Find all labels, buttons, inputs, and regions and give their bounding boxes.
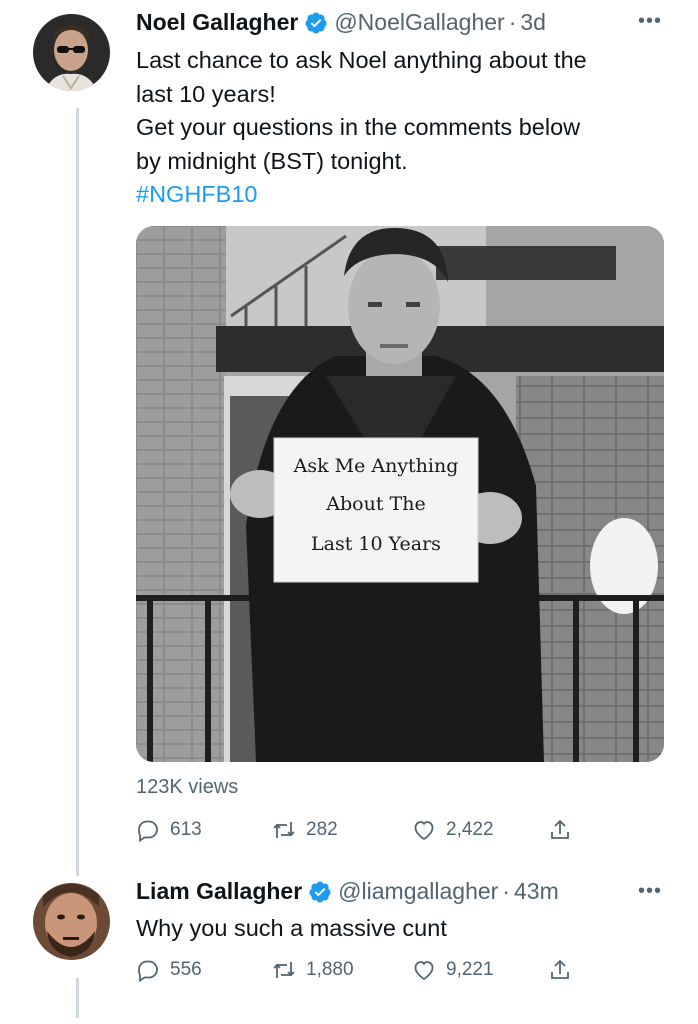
tweet2-separator: · xyxy=(502,878,510,904)
avatar-liam-image xyxy=(33,883,110,960)
retweet-count: 1,880 xyxy=(306,959,354,980)
tweet1-text-line: Get your questions in the comments below xyxy=(136,114,581,140)
reply-button[interactable]: 556 xyxy=(136,958,202,982)
like-button[interactable]: 9,221 xyxy=(412,958,494,982)
sign-line-3: Last 10 Years xyxy=(311,533,441,555)
reply-icon xyxy=(138,820,158,842)
tweet1-author-name[interactable]: Noel Gallagher xyxy=(136,9,298,36)
retweet-button[interactable]: 1,880 xyxy=(272,958,354,982)
reply-count: 613 xyxy=(170,819,202,840)
tweet1-text-line: by midnight (BST) tonight. xyxy=(136,147,408,174)
tweet2-handle[interactable]: @liamgallagher xyxy=(338,878,498,905)
retweet-icon xyxy=(273,822,295,838)
share-icon xyxy=(551,959,569,979)
tweet1-text: Last chance to ask Noel anything about t… xyxy=(136,44,676,212)
retweet-icon xyxy=(273,962,295,978)
like-count: 2,422 xyxy=(446,819,494,840)
tweet1-timestamp[interactable]: 3d xyxy=(520,9,546,36)
photo-illustration: Ask Me Anything About The Last 10 Years xyxy=(136,226,664,762)
tweet2-text-line: Why you such a massive cunt xyxy=(136,915,447,941)
like-button[interactable]: 2,422 xyxy=(412,818,494,842)
tweet1-view-count: 123K views xyxy=(136,776,239,798)
tweet1-separator: · xyxy=(508,9,517,35)
tweet1-text-line: Last chance to ask Noel anything about t… xyxy=(136,47,587,73)
tweet2-text: Why you such a massive cunt xyxy=(136,912,676,946)
verified-badge-icon xyxy=(309,881,331,902)
like-count: 9,221 xyxy=(446,959,494,980)
tweet1-text-line: last 10 years! xyxy=(136,80,276,107)
tweet1-handle[interactable]: @NoelGallagher xyxy=(334,9,504,36)
retweet-button[interactable]: 282 xyxy=(272,818,338,842)
tweet1-hashtag-link[interactable]: #NGHFB10 xyxy=(136,178,676,212)
reply-count: 556 xyxy=(170,959,202,980)
share-button[interactable] xyxy=(548,958,582,982)
tweet2-header: Liam Gallagher @liamgallagher · 43m xyxy=(136,878,559,905)
more-options-icon[interactable]: ••• xyxy=(638,880,662,903)
retweet-count: 282 xyxy=(306,819,338,840)
like-icon xyxy=(414,961,434,981)
verified-badge-icon xyxy=(305,12,327,33)
reply-button[interactable]: 613 xyxy=(136,818,202,842)
avatar-noel[interactable] xyxy=(33,14,110,91)
tweet1-media-image[interactable]: Ask Me Anything About The Last 10 Years xyxy=(136,226,664,762)
share-button[interactable] xyxy=(548,818,582,842)
reply-icon xyxy=(138,960,158,982)
sign-line-2: About The xyxy=(325,493,425,515)
thread-line-2 xyxy=(76,978,79,1018)
tweet1-header: Noel Gallagher @NoelGallagher · 3d xyxy=(136,9,546,36)
thread-line-1 xyxy=(76,108,79,876)
tweet2-author-name[interactable]: Liam Gallagher xyxy=(136,878,302,905)
like-icon xyxy=(414,821,434,841)
more-options-icon[interactable]: ••• xyxy=(638,10,662,33)
tweet2-timestamp[interactable]: 43m xyxy=(514,878,559,905)
share-icon xyxy=(551,819,569,839)
avatar-liam[interactable] xyxy=(33,883,110,960)
sign-line-1: Ask Me Anything xyxy=(293,455,459,477)
avatar-noel-image xyxy=(33,14,110,91)
